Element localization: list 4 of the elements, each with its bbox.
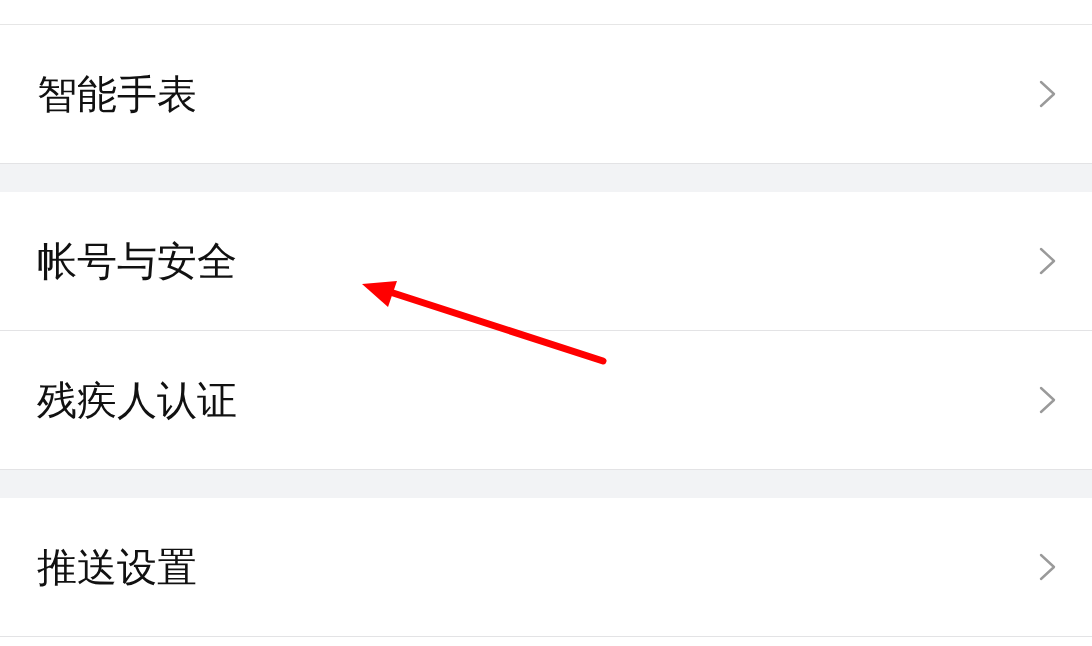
chevron-right-icon: [1039, 386, 1057, 414]
chevron-right-icon: [1039, 553, 1057, 581]
chevron-right-icon: [1039, 80, 1057, 108]
chevron-right-icon: [1039, 247, 1057, 275]
